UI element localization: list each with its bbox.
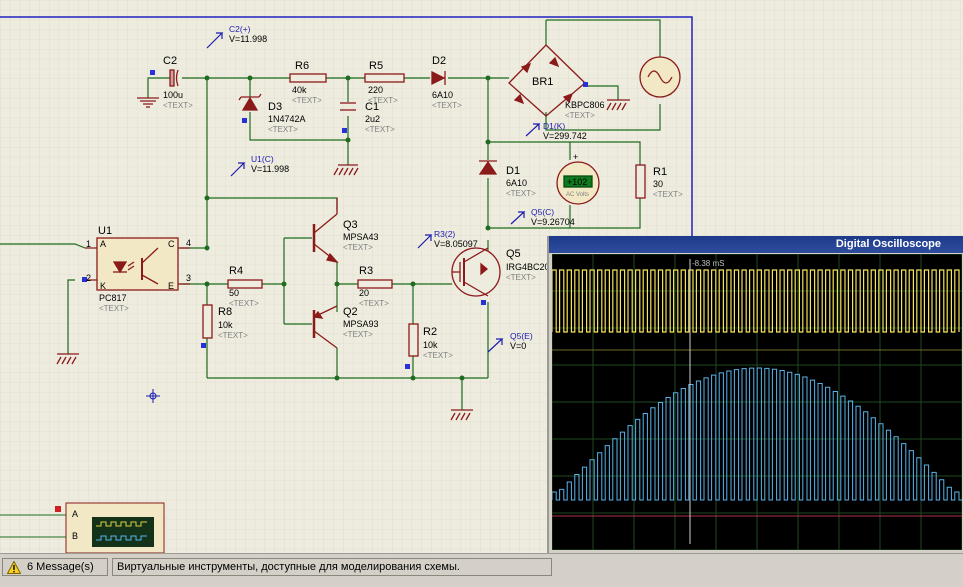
val-r3: 20 [359, 288, 369, 298]
resistor-r3[interactable] [357, 279, 393, 289]
warning-icon [7, 561, 21, 574]
oscilloscope-window[interactable]: Digital Oscilloscope -8.38 mS [547, 236, 963, 553]
capacitor-c2[interactable] [169, 69, 179, 87]
text-r6: <TEXT> [292, 96, 322, 105]
text-q3: <TEXT> [343, 243, 373, 252]
probe-c2-value: V=11.998 [229, 34, 267, 44]
probe-q5e-name: Q5(E) [510, 331, 533, 341]
text-r2: <TEXT> [423, 351, 453, 360]
probe-c2-name: C2(+) [229, 24, 251, 34]
oscilloscope-title: Digital Oscilloscope [835, 238, 941, 250]
text-d1: <TEXT> [506, 189, 536, 198]
val-r8: 10k [218, 320, 233, 330]
val-d2: 6A10 [432, 90, 453, 100]
text-r3: <TEXT> [359, 299, 389, 308]
probe-q5e-value: V=0 [510, 341, 526, 351]
ref-br1: BR1 [532, 76, 553, 88]
u1-pin-a: A [100, 239, 106, 249]
resistor-r1[interactable] [635, 164, 646, 199]
val-r2: 10k [423, 340, 438, 350]
u1-pin-k: K [100, 281, 106, 291]
text-r4: <TEXT> [229, 299, 259, 308]
val-br1: KBPC806 [565, 100, 605, 110]
ref-r6: R6 [295, 60, 309, 72]
text-d2: <TEXT> [432, 101, 462, 110]
oscilloscope-screen[interactable]: -8.38 mS [552, 254, 962, 550]
probe-u1c-name: U1(C) [251, 154, 274, 164]
ref-q3: Q3 [343, 219, 358, 231]
ref-q5: Q5 [506, 248, 521, 260]
text-q2: <TEXT> [343, 330, 373, 339]
text-c2: <TEXT> [163, 101, 193, 110]
u1-pin-e: E [168, 281, 174, 291]
ref-r5: R5 [369, 60, 383, 72]
oscilloscope-title-bar[interactable]: Digital Oscilloscope [549, 236, 963, 253]
val-r1: 30 [653, 179, 663, 189]
ac-source[interactable] [639, 56, 681, 98]
resistor-r8[interactable] [202, 304, 213, 339]
val-q3: MPSA43 [343, 232, 379, 242]
resistor-r5[interactable] [364, 73, 405, 83]
ref-u1: U1 [98, 225, 112, 237]
val-q5: IRG4BC20 [506, 262, 550, 272]
text-c1: <TEXT> [365, 125, 395, 134]
u1-pin-3: 3 [186, 273, 191, 283]
val-r4: 50 [229, 288, 239, 298]
ref-c2: C2 [163, 55, 177, 67]
u1-pin-4: 4 [186, 238, 191, 248]
u1-pin-c: C [168, 239, 175, 249]
scope-channel-b: B [72, 531, 78, 541]
ref-d1: D1 [506, 165, 520, 177]
voltmeter-plus-terminal: + [573, 152, 578, 162]
val-c2: 100u [163, 90, 183, 100]
val-u1: PC817 [99, 293, 127, 303]
text-br1: <TEXT> [565, 111, 595, 120]
probe-u1c-value: V=11.998 [251, 164, 289, 174]
probe-q5c-name: Q5(C) [531, 207, 554, 217]
ref-c1: C1 [365, 101, 379, 113]
val-r6: 40k [292, 85, 307, 95]
messages-button[interactable]: 6 Message(s) [2, 558, 108, 576]
probe-d1k-name: D1(K) [543, 121, 565, 131]
ref-r3: R3 [359, 265, 373, 277]
voltmeter-unit: AC Volts [566, 192, 589, 198]
val-q2: MPSA93 [343, 319, 379, 329]
val-c1: 2u2 [365, 114, 380, 124]
u1-pin-1: 1 [86, 239, 91, 249]
val-r5: 220 [368, 85, 383, 95]
probe-d1k-value: V=299.742 [543, 131, 587, 141]
status-hint: Виртуальные инструменты, доступные для м… [112, 558, 552, 576]
scope-channel-a: A [72, 509, 78, 519]
resistor-r4[interactable] [227, 279, 263, 289]
resistor-r6[interactable] [289, 73, 327, 83]
val-d3: 1N4742A [268, 114, 306, 124]
ref-r8: R8 [218, 306, 232, 318]
ref-r1: R1 [653, 166, 667, 178]
probe-q5c-value: V=9.26704 [531, 217, 575, 227]
text-u1: <TEXT> [99, 304, 129, 313]
probe-r32-name: R3(2) [434, 229, 455, 239]
status-bar: 6 Message(s) Виртуальные инструменты, до… [0, 553, 963, 587]
text-r1: <TEXT> [653, 190, 683, 199]
igbt-q5[interactable] [451, 247, 501, 297]
text-r8: <TEXT> [218, 331, 248, 340]
ref-r2: R2 [423, 326, 437, 338]
probe-r32-value: V=8.05097 [434, 239, 478, 249]
val-d1: 6A10 [506, 178, 527, 188]
ref-r4: R4 [229, 265, 243, 277]
ref-d2: D2 [432, 55, 446, 67]
ref-q2: Q2 [343, 306, 358, 318]
resistor-r2[interactable] [408, 323, 419, 357]
voltmeter-reading: +102 [567, 177, 587, 187]
text-d3: <TEXT> [268, 125, 298, 134]
ref-d3: D3 [268, 101, 282, 113]
cursor-time-readout: -8.38 mS [692, 259, 724, 268]
text-q5: <TEXT> [506, 273, 536, 282]
u1-pin-2: 2 [86, 273, 91, 283]
messages-count: 6 Message(s) [27, 561, 94, 573]
